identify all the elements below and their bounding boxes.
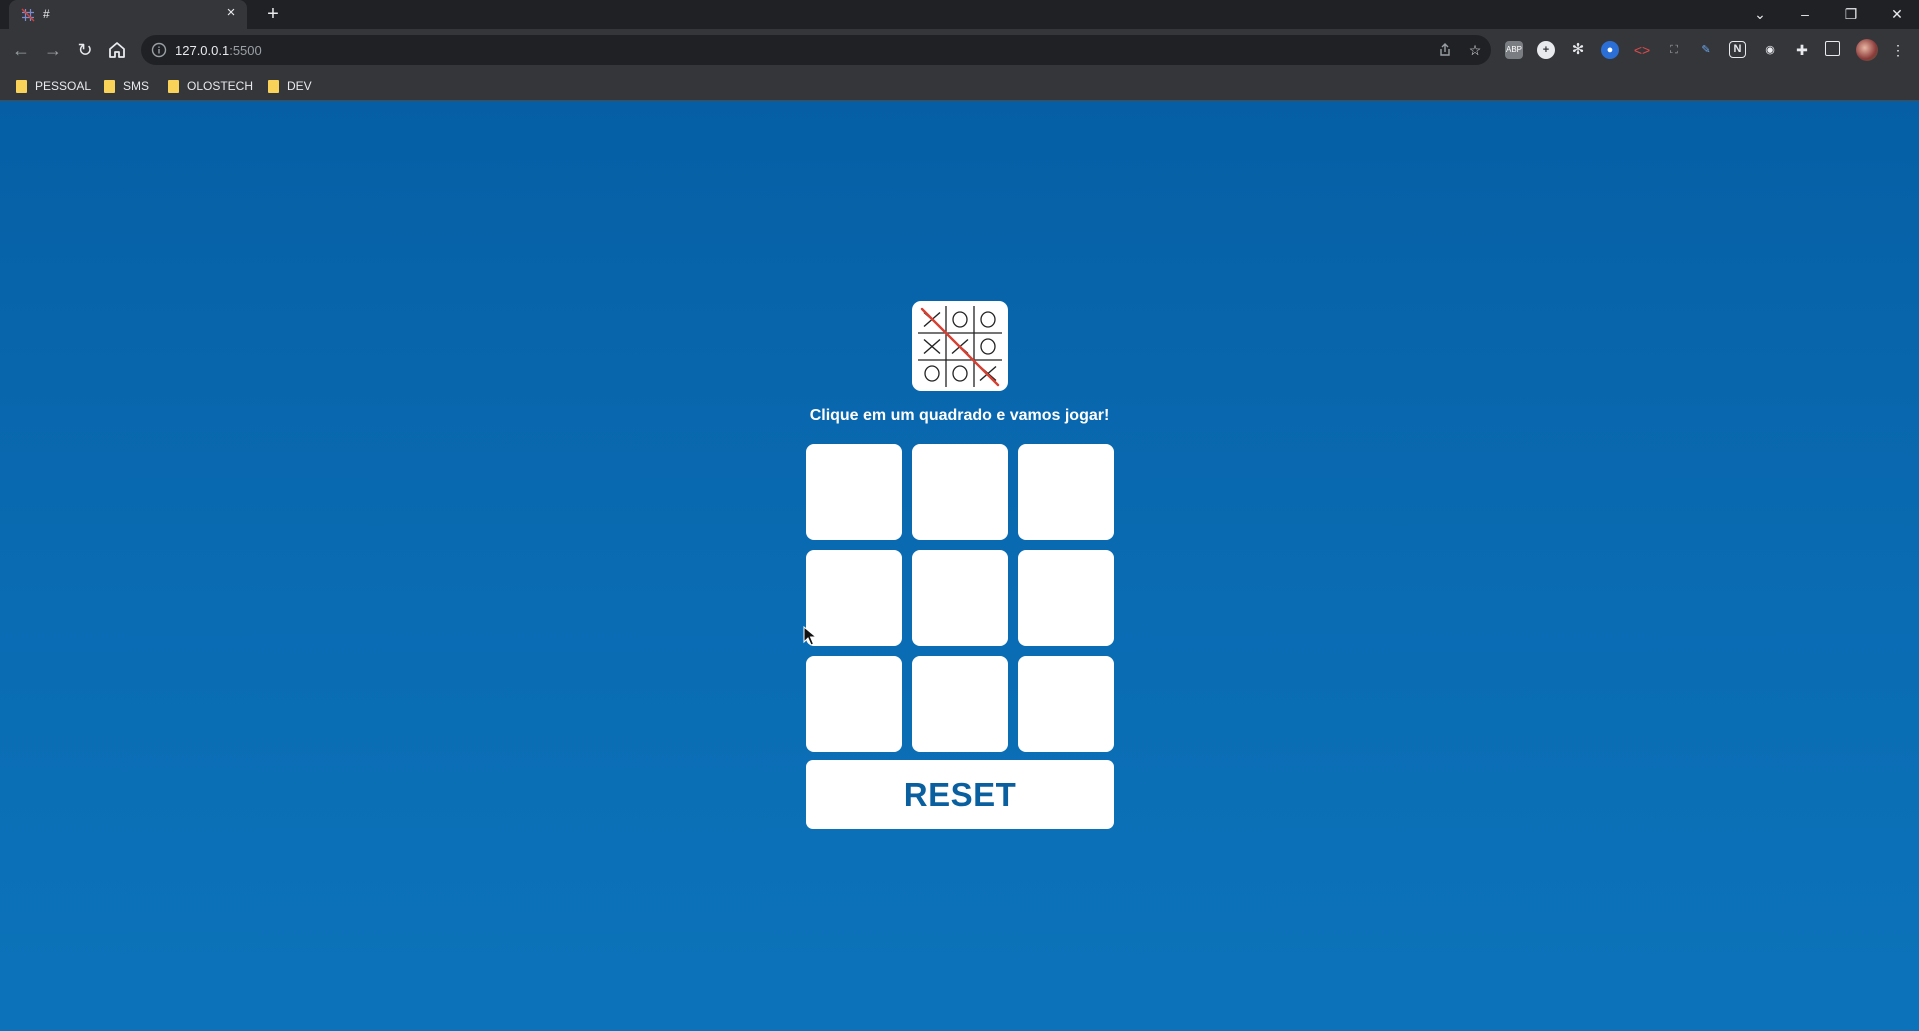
site-info-icon[interactable] [151,42,167,58]
url-host: 127.0.0.1 [175,43,230,58]
bookmark-label: DEV [287,79,312,93]
profile-avatar[interactable] [1856,39,1878,61]
notion-extension-icon[interactable]: N [1729,41,1746,58]
tic-tac-toe-logo-icon [918,306,1002,387]
url-text: 127.0.0.1:5500 [175,43,262,58]
bookmark-star-icon[interactable]: ☆ [1467,42,1483,58]
game-instructions: Clique em um quadrado e vamos jogar! [809,407,1110,424]
reload-icon[interactable]: ↻ [74,39,96,61]
board-cell-3[interactable] [1018,444,1114,540]
game-page: Clique em um quadrado e vamos jogar! RES… [0,101,1919,1031]
back-icon[interactable]: ← [10,39,32,61]
adblock-extension-icon[interactable]: ABP [1505,41,1523,59]
password-extension-icon[interactable]: ● [1601,41,1619,59]
restore-icon[interactable]: ❐ [1841,4,1861,24]
bookmarks-bar: PESSOAL SMS OLOSTECH DEV [0,71,1919,101]
folder-icon [268,79,279,93]
logo-o-mark [952,365,968,382]
board-cell-8[interactable] [912,656,1008,752]
logo-x-mark [923,338,941,355]
bookmark-folder-pessoal[interactable]: PESSOAL [16,77,91,95]
extensions-puzzle-icon[interactable]: ✚ [1793,41,1811,59]
bookmark-folder-dev[interactable]: DEV [268,77,312,95]
tab-close-icon[interactable]: × [223,5,239,21]
bookmark-label: SMS [123,79,150,93]
browser-tab[interactable]: # × [9,0,247,29]
settings-gear-icon[interactable]: ✻ [1569,41,1587,59]
minimize-icon[interactable]: – [1795,4,1815,24]
folder-icon [16,79,27,93]
side-panel-icon[interactable] [1825,41,1840,56]
folder-icon [104,79,115,93]
bookmark-folder-olostech[interactable]: OLOSTECH [168,77,253,95]
board-cell-4[interactable] [806,550,902,646]
logo-o-mark [952,311,968,328]
share-icon[interactable] [1437,42,1453,58]
home-icon[interactable] [107,40,127,60]
bookmark-label: PESSOAL [35,79,92,93]
tic-tac-toe-favicon-icon [21,8,35,22]
browser-toolbar: ← → ↻ 127.0.0.1:5500 ☆ ABP + ✻ ● <> ⛶ ✎ … [0,29,1919,71]
code-extension-icon[interactable]: <> [1633,41,1651,59]
bookmark-folder-sms[interactable]: SMS [104,77,149,95]
pen-extension-icon[interactable]: ✎ [1697,41,1715,59]
logo-o-mark [980,311,996,328]
game-logo [912,301,1008,391]
board-cell-6[interactable] [1018,550,1114,646]
forward-icon[interactable]: → [42,39,64,61]
board-cell-9[interactable] [1018,656,1114,752]
url-port: :5500 [229,43,262,58]
logo-o-mark [980,338,996,355]
tab-title: # [43,7,50,21]
logo-o-mark [924,365,940,382]
tab-search-icon[interactable]: ⌄ [1750,4,1770,24]
folder-icon [168,79,179,93]
close-window-icon[interactable]: ✕ [1887,4,1907,24]
incognito-extension-icon[interactable]: ◉ [1761,41,1779,59]
game-board [806,444,1114,752]
mouse-cursor-icon [803,626,817,646]
bookmark-label: OLOSTECH [187,79,254,93]
new-tab-icon[interactable]: + [262,3,284,25]
address-bar[interactable]: 127.0.0.1:5500 ☆ [141,35,1491,65]
tab-strip: # × + ⌄ – ❐ ✕ [0,0,1919,29]
screenshot-extension-icon[interactable]: ⛶ [1665,41,1683,59]
browser-menu-icon[interactable]: ⋮ [1889,41,1907,59]
board-cell-2[interactable] [912,444,1008,540]
add-extension-icon[interactable]: + [1537,41,1555,59]
board-cell-7[interactable] [806,656,902,752]
board-cell-1[interactable] [806,444,902,540]
board-cell-5[interactable] [912,550,1008,646]
reset-button[interactable]: RESET [806,760,1114,829]
